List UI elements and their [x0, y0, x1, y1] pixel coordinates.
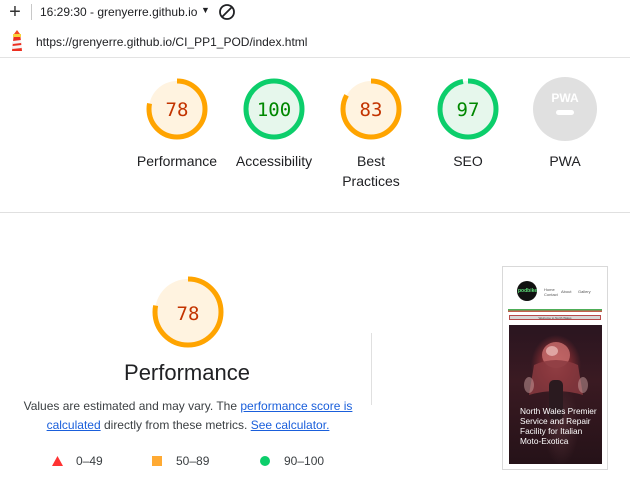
report-url[interactable]: https://grenyerre.github.io/CI_PP1_POD/i…	[36, 35, 307, 49]
gauge-ring: 97	[437, 78, 499, 140]
gauge-score: 78	[166, 99, 189, 121]
site-hero-text: North Wales Premier Service and Repair F…	[520, 406, 597, 446]
site-nav-item: Gallery	[578, 289, 591, 294]
gauge-label: Best Practices	[342, 153, 400, 189]
gauge-ring: 100	[243, 78, 305, 140]
blocked-icon[interactable]	[218, 3, 236, 21]
legend-fail: 0–49	[52, 454, 103, 468]
lighthouse-icon	[12, 30, 22, 51]
report-toolbar: + 16:29:30 - grenyerre.github.io ▼	[0, 0, 630, 26]
gauge-label: SEO	[453, 153, 483, 169]
url-bar: https://grenyerre.github.io/CI_PP1_POD/i…	[0, 26, 630, 58]
site-logo: podbike	[517, 281, 537, 301]
plus-icon[interactable]: +	[6, 2, 24, 22]
see-calculator-link[interactable]: See calculator.	[251, 418, 330, 432]
performance-score: 78	[177, 303, 200, 325]
site-divider	[508, 309, 602, 312]
square-icon	[152, 456, 162, 466]
legend-range: 50–89	[176, 454, 210, 468]
performance-description: Values are estimated and may vary. The p…	[22, 397, 354, 435]
site-nav-item: Contact	[544, 292, 558, 297]
performance-gauge: 78	[152, 276, 224, 348]
gauge-label: Performance	[136, 153, 218, 169]
gauge-score: 83	[360, 99, 383, 121]
pwa-badge-background	[533, 77, 597, 141]
final-screenshot[interactable]: podbike Home Contact About Gallery Welco…	[502, 266, 608, 470]
gauge-seo[interactable]: 97 SEO	[416, 75, 520, 171]
gauge-pwa[interactable]: PWA PWA	[513, 75, 617, 171]
gauge-ring: 83	[340, 78, 402, 140]
gauge-ring: 78	[146, 78, 208, 140]
circle-icon	[260, 456, 270, 466]
triangle-icon	[52, 456, 63, 466]
desc-text: directly from these metrics.	[100, 418, 251, 432]
performance-heading: Performance	[124, 360, 250, 385]
legend-range: 0–49	[76, 454, 103, 468]
dropdown-caret-icon[interactable]: ▼	[201, 5, 210, 15]
pwa-dash-icon	[556, 110, 574, 115]
gauge-label: Accessibility	[235, 153, 313, 169]
legend-average: 50–89	[152, 454, 209, 468]
legend-pass: 90–100	[260, 454, 324, 468]
gauge-accessibility[interactable]: 100 Accessibility	[222, 75, 326, 171]
report-time-host: 16:29:30 - grenyerre.github.io	[40, 5, 198, 19]
scores-summary: 78 Performance 100 Accessibility 83 Best…	[0, 58, 630, 213]
pwa-badge: PWA	[533, 77, 597, 141]
toolbar-divider	[31, 4, 32, 20]
pwa-badge-text: PWA	[551, 91, 579, 105]
desc-text: Values are estimated and may vary. The	[23, 399, 241, 413]
site-banner: Welcome to North Wales	[509, 315, 601, 320]
site-nav-item: About	[561, 289, 572, 294]
gauge-score: 97	[457, 99, 480, 121]
gauge-best-practices[interactable]: 83 Best Practices	[319, 75, 423, 191]
gauge-performance[interactable]: 78 Performance	[125, 75, 229, 171]
site-hero-image: North Wales Premier Service and Repair F…	[509, 325, 602, 464]
divider	[371, 333, 372, 405]
gauge-score: 100	[257, 99, 291, 121]
gauge-label: PWA	[549, 153, 581, 169]
legend-range: 90–100	[284, 454, 325, 468]
